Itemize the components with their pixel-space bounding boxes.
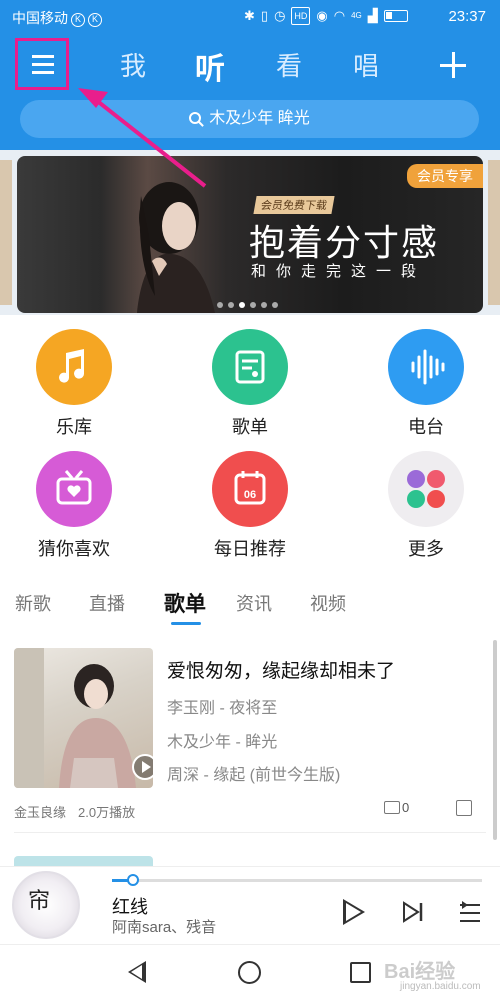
mini-player[interactable]: 帘 红线 阿南sara、残音 (0, 866, 500, 944)
banner-carousel: 会员专享 会员免费下载 抱着分寸感 和你走完这一段 (0, 150, 500, 315)
tab-sing[interactable]: 唱 (353, 46, 379, 83)
calendar-day: 06 (244, 489, 256, 501)
tab-news[interactable]: 资讯 (236, 590, 272, 616)
play-button[interactable] (343, 899, 365, 925)
comment-count: 0 (402, 800, 410, 815)
share-icon[interactable] (456, 800, 472, 816)
banner-headline: 抱着分寸感 (249, 222, 440, 263)
eye-icon: ◉ (316, 8, 328, 23)
banner-slide[interactable]: 会员专享 会员免费下载 抱着分寸感 和你走完这一段 (17, 156, 483, 313)
clock: 23:37 (448, 8, 486, 25)
active-tab-indicator (171, 622, 201, 625)
playlist-card[interactable]: 爱恨匆匆，缘起缘却相未了 李玉刚 - 夜将至 木及少年 - 眸光 周深 - 缘起… (0, 648, 500, 848)
tab-video[interactable]: 视频 (310, 590, 346, 616)
playlist-song: 周深 - 缘起 (前世今生版) (167, 767, 341, 784)
next-track-icon[interactable] (402, 901, 424, 923)
album-art-text: 帘 (28, 889, 51, 914)
carrier-text: 中国移动 (12, 10, 68, 26)
comments-button[interactable]: 0 (384, 800, 409, 815)
banner-prev-peek (0, 160, 12, 305)
bluetooth-icon: ✱ (244, 8, 255, 23)
comment-icon (384, 801, 400, 814)
play-count: 2.0万播放 (78, 805, 136, 820)
queue-list-icon[interactable] (458, 901, 482, 925)
scrollbar[interactable] (493, 640, 497, 840)
carousel-dot[interactable] (261, 302, 267, 308)
watermark-url: jingyan.baidu.com (400, 981, 481, 992)
feature-radio[interactable]: 电台 (366, 329, 486, 439)
banner-next-peek (488, 160, 500, 305)
top-tabs: 我 听 看 唱 (0, 46, 500, 86)
soundwave-icon (388, 329, 464, 405)
now-playing-artist: 阿南sara、残音 (112, 919, 217, 936)
carousel-dot[interactable] (250, 302, 256, 308)
feature-library[interactable]: 乐库 (14, 329, 134, 439)
hd-icon: HD (291, 7, 311, 25)
feature-label: 歌单 (232, 417, 268, 437)
radio-heart-icon (36, 451, 112, 527)
tab-playlists[interactable]: 歌单 (164, 588, 206, 618)
playlist-cover[interactable] (14, 648, 153, 788)
music-note-icon (36, 329, 112, 405)
recent-apps-icon[interactable] (350, 962, 371, 983)
watermark-logo: Bai经验 (384, 961, 456, 983)
feature-grid: 乐库 歌单 电台 猜你喜欢 06 每日推荐 更多 (0, 315, 500, 570)
feature-playlists[interactable]: 歌单 (190, 329, 310, 439)
progress-knob[interactable] (127, 874, 139, 886)
carousel-dot[interactable] (272, 302, 278, 308)
tab-me[interactable]: 我 (120, 46, 146, 83)
playlist-song: 木及少年 - 眸光 (167, 734, 278, 751)
progress-bar[interactable] (112, 879, 482, 882)
calendar-icon: 06 (212, 451, 288, 527)
playlist-icon (212, 329, 288, 405)
feature-label: 更多 (408, 539, 444, 559)
feature-guess-you-like[interactable]: 猜你喜欢 (14, 451, 134, 561)
more-apps-icon (388, 451, 464, 527)
free-download-tag: 会员免费下载 (253, 196, 335, 214)
playlist-title: 爱恨匆匆，缘起缘却相未了 (167, 661, 396, 682)
feature-daily-picks[interactable]: 06 每日推荐 (190, 451, 310, 561)
search-icon (189, 112, 202, 124)
play-icon[interactable] (132, 754, 153, 780)
add-button[interactable] (440, 52, 466, 78)
feature-label: 乐库 (56, 417, 92, 437)
tab-new-songs[interactable]: 新歌 (15, 590, 51, 616)
system-nav-bar: Bai经验 jingyan.baidu.com (0, 944, 500, 1000)
feature-label: 猜你喜欢 (38, 539, 110, 559)
alarm-icon: ◷ (274, 8, 286, 23)
battery-icon (383, 10, 408, 22)
feature-label: 电台 (408, 417, 444, 437)
back-icon[interactable] (128, 961, 146, 983)
playlist-song: 李玉刚 - 夜将至 (167, 700, 278, 717)
vibrate-icon: ▯ (260, 8, 269, 23)
vip-badge: 会员专享 (407, 164, 483, 188)
tab-listen[interactable]: 听 (195, 44, 225, 88)
section-tabs: 新歌 直播 歌单 资讯 视频 (15, 590, 485, 630)
network-type: 4G (351, 11, 362, 20)
system-icons: ✱ ▯ ◷ HD ◉ ◠ 4G ▟ (244, 7, 408, 25)
banner-subline: 和你走完这一段 (251, 263, 427, 280)
carousel-dot[interactable] (228, 302, 234, 308)
carrier-name: 中国移动 K K (12, 8, 102, 28)
playlist-meta: 金玉良缘 2.0万播放 (14, 802, 135, 821)
home-icon[interactable] (238, 961, 261, 984)
carousel-dot-active[interactable] (239, 302, 245, 308)
search-text: 木及少年 眸光 (209, 110, 310, 127)
carousel-dot[interactable] (217, 302, 223, 308)
app-header: 中国移动 K K ✱ ▯ ◷ HD ◉ ◠ 4G ▟ 23:37 我 听 看 唱 木… (0, 0, 500, 160)
banner-portrait-image (137, 182, 215, 313)
status-bar: 中国移动 K K ✱ ▯ ◷ HD ◉ ◠ 4G ▟ 23:37 (0, 0, 500, 34)
playlist-source: 金玉良缘 (14, 805, 67, 820)
tab-live[interactable]: 直播 (89, 590, 125, 616)
carousel-dots (217, 302, 278, 308)
carrier-badge: K (71, 13, 85, 27)
signal-icon: ▟ (367, 8, 378, 23)
tab-watch[interactable]: 看 (276, 46, 302, 83)
carrier-badge-2: K (88, 13, 102, 27)
feature-label: 每日推荐 (214, 539, 286, 559)
search-bar[interactable]: 木及少年 眸光 (20, 100, 479, 138)
divider (14, 832, 486, 833)
feature-more[interactable]: 更多 (366, 451, 486, 561)
wifi-icon: ◠ (333, 8, 346, 23)
